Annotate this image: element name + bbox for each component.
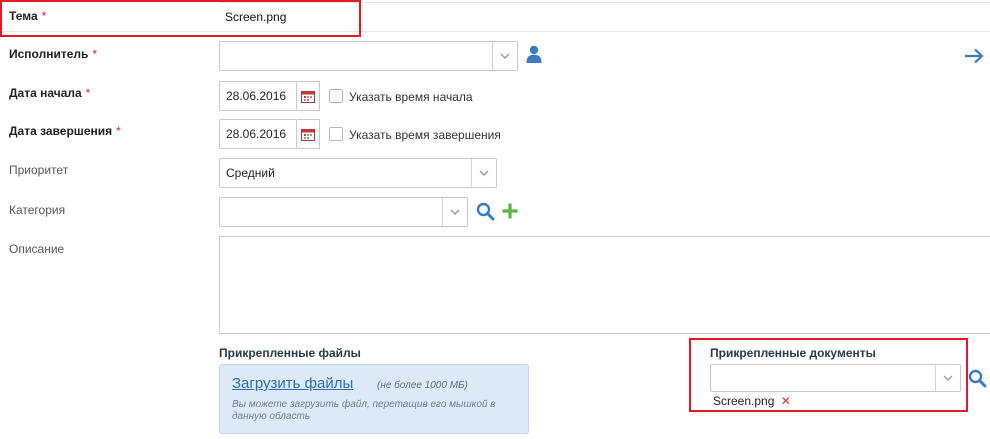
category-label: Категория <box>9 203 66 217</box>
description-label: Описание <box>9 242 65 256</box>
highlight-frame-documents <box>689 338 968 412</box>
priority-select[interactable]: Средний <box>219 158 497 188</box>
description-textarea[interactable] <box>219 236 990 334</box>
chevron-down-icon[interactable] <box>492 42 517 70</box>
upload-limit-note: (не более 1000 МБ) <box>377 380 468 391</box>
end-time-checkbox-label: Указать время завершения <box>349 128 501 142</box>
search-icon[interactable] <box>968 369 987 391</box>
start-time-checkbox-label: Указать время начала <box>349 90 473 104</box>
calendar-icon <box>301 90 315 103</box>
upload-drop-zone[interactable]: Загрузить файлы (не более 1000 МБ) Вы мо… <box>219 364 529 434</box>
priority-label: Приоритет <box>9 163 69 177</box>
start-date-label: Дата начала * <box>9 86 91 100</box>
upload-hint: Вы можете загрузить файл, перетащив его … <box>232 399 496 422</box>
start-date-input[interactable]: 28.06.2016 <box>219 81 297 111</box>
calendar-icon <box>301 128 315 141</box>
attached-files-title: Прикрепленные файлы <box>219 346 361 360</box>
upload-files-link[interactable]: Загрузить файлы <box>232 375 353 392</box>
arrow-right-icon[interactable] <box>964 48 984 67</box>
search-icon[interactable] <box>476 202 495 224</box>
chevron-down-icon[interactable] <box>442 198 467 226</box>
user-icon[interactable] <box>526 45 542 66</box>
assignee-label: Исполнитель * <box>9 47 98 61</box>
end-date-label: Дата завершения * <box>9 124 121 138</box>
assignee-select[interactable] <box>219 41 518 71</box>
chevron-down-icon[interactable] <box>471 159 496 187</box>
highlight-frame-subject <box>0 0 361 37</box>
category-select[interactable] <box>219 197 468 227</box>
end-date-picker[interactable] <box>297 119 320 149</box>
start-date-picker[interactable] <box>297 81 320 111</box>
end-date-input[interactable]: 28.06.2016 <box>219 119 297 149</box>
end-time-checkbox[interactable] <box>329 127 343 141</box>
start-time-checkbox[interactable] <box>329 89 343 103</box>
plus-icon[interactable] <box>501 202 519 223</box>
